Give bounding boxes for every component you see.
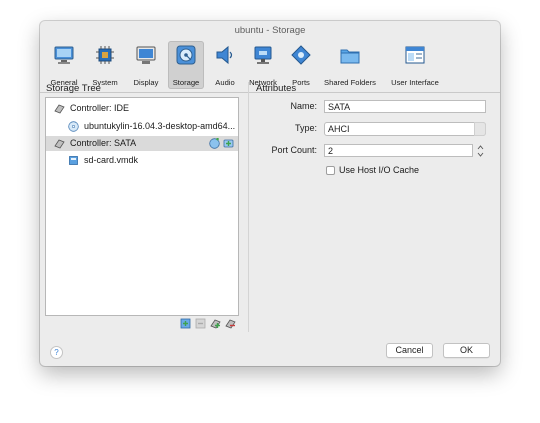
monitor-icon [54,46,74,64]
storage-tree-title: Storage Tree [46,83,101,94]
storage-tree: Controller: IDE ubuntukylin-16.04.3-desk… [45,97,239,316]
speaker-icon [216,45,233,65]
add-attachment-icon[interactable] [210,318,221,329]
host-io-cache-label: Use Host I/O Cache [339,165,420,175]
storage-icon [176,45,196,65]
hard-disk-icon [69,156,78,165]
toolbar-network[interactable]: Network [245,41,281,89]
panel-divider [248,82,249,332]
toolbar-user-interface[interactable]: User Interface [384,41,446,89]
host-io-cache-checkbox[interactable] [326,166,335,175]
chevron-down-icon [474,122,486,136]
toolbar-audio[interactable]: Audio [207,41,243,89]
tree-item-optical-disc[interactable]: ubuntukylin-16.04.3-desktop-amd64... [46,119,238,134]
add-controller-icon[interactable] [180,318,191,329]
port-count-stepper[interactable] [476,144,485,158]
ide-controller-icon [54,104,65,114]
toolbar-display[interactable]: Display [128,41,164,89]
tree-item-controller-sata[interactable]: Controller: SATA [46,136,238,151]
name-field[interactable]: SATA [324,100,486,113]
toolbar-ports[interactable]: Ports [283,41,319,89]
add-optical-drive-icon[interactable] [209,138,220,149]
remove-controller-icon[interactable] [195,318,206,329]
tree-item-controller-ide[interactable]: Controller: IDE [46,101,238,116]
sata-controller-icon [54,139,65,149]
toolbar-general[interactable]: General [46,41,82,89]
port-count-field[interactable]: 2 [324,144,473,157]
cancel-button[interactable]: Cancel [386,343,433,358]
chip-icon [96,46,114,64]
network-icon [254,46,272,64]
toolbar-storage[interactable]: Storage [168,41,204,89]
display-icon [136,46,156,64]
optical-disc-icon [68,121,79,132]
name-label: Name: [290,101,317,111]
window-icon [405,46,425,64]
type-label: Type: [294,123,317,133]
tree-item-hard-disk[interactable]: sd-card.vmdk [46,153,238,168]
help-button[interactable]: ? [50,346,63,359]
port-count-label: Port Count: [271,145,317,155]
folder-icon [340,49,360,64]
ports-icon [291,45,311,65]
remove-attachment-icon[interactable] [225,318,236,329]
toolbar-system[interactable]: System [87,41,123,89]
attributes-title: Attributes [256,83,297,94]
type-select[interactable]: AHCI [324,122,486,136]
add-hard-disk-icon[interactable] [223,138,234,149]
ok-button[interactable]: OK [443,343,490,358]
toolbar-shared-folders[interactable]: Shared Folders [320,41,380,89]
